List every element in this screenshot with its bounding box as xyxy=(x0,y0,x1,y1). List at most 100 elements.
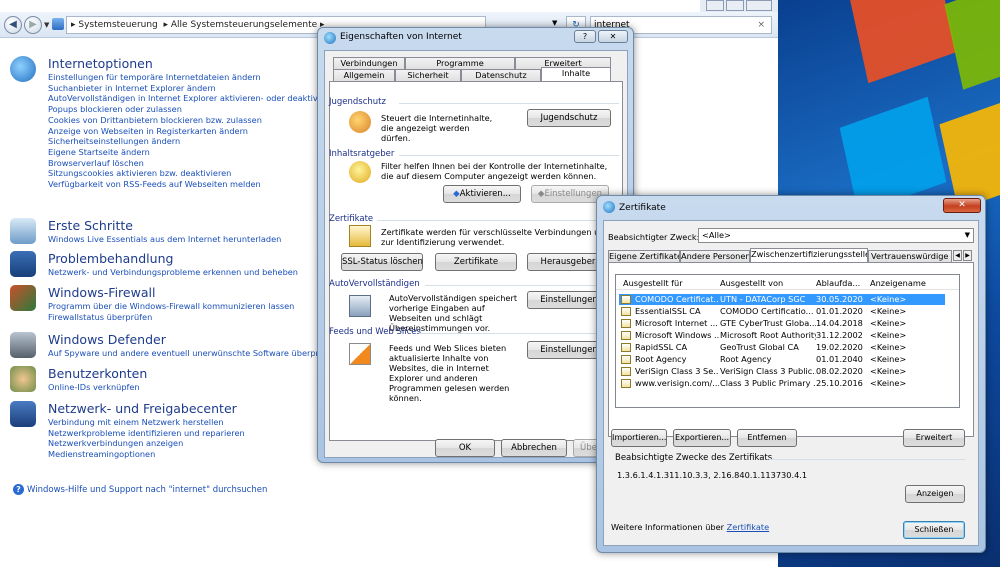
close-button[interactable]: ✕ xyxy=(598,30,628,43)
column-header-issued-by[interactable]: Ausgestellt von xyxy=(720,278,783,288)
breadcrumb-item[interactable]: Alle Systemsteuerungselemente xyxy=(171,20,317,30)
table-row[interactable]: COMODO Certificat... UTN - DATACorp SGC 30… xyxy=(619,294,945,305)
category-link[interactable]: Popups blockieren oder zulassen xyxy=(48,104,182,115)
help-icon: ? xyxy=(13,484,24,495)
tab-programs[interactable]: Programme xyxy=(405,57,515,69)
category-title[interactable]: Windows-Firewall xyxy=(48,285,155,300)
category-link[interactable]: Netzwerkprobleme identifizieren und repa… xyxy=(48,428,245,439)
view-button[interactable]: Anzeigen xyxy=(905,485,965,503)
table-row[interactable]: Microsoft Internet ... GTE CyberTrust Glo… xyxy=(619,318,945,329)
tab-content[interactable]: Inhalte xyxy=(541,67,611,81)
cell-issued-by: COMODO Certificatio... xyxy=(720,306,814,316)
help-link-text[interactable]: Windows-Hilfe und Support nach "internet… xyxy=(27,485,267,495)
cell-issued-to: Microsoft Internet ... xyxy=(635,318,718,328)
category-link[interactable]: Medienstreamingoptionen xyxy=(48,449,155,460)
maximize-button[interactable] xyxy=(726,0,744,11)
ok-button[interactable]: OK xyxy=(435,439,495,457)
getting-started-icon xyxy=(10,218,36,244)
cell-issued-to: www.verisign.com/... xyxy=(635,378,719,388)
group-label: Inhaltsratgeber xyxy=(329,149,395,159)
tab-scroll-left-icon[interactable]: ◀ xyxy=(953,250,962,261)
tab-intermediate-cas[interactable]: Zwischenzertifizierungsstellen xyxy=(750,248,868,262)
more-info-text: Weitere Informationen über Zertifikate xyxy=(611,522,769,532)
certificates-link[interactable]: Zertifikate xyxy=(727,522,770,532)
close-button[interactable] xyxy=(746,0,772,11)
table-row[interactable]: www.verisign.com/... Class 3 Public Prima… xyxy=(619,378,945,389)
table-row[interactable]: RapidSSL CA GeoTrust Global CA 19.02.2020 <… xyxy=(619,342,945,353)
category-link[interactable]: AutoVervollständigen in Internet Explore… xyxy=(48,93,338,104)
recent-pages-arrow-icon[interactable]: ▼ xyxy=(44,21,49,29)
cancel-button[interactable]: Abbrechen xyxy=(501,439,567,457)
category-link[interactable]: Sicherheitseinstellungen ändern xyxy=(48,136,180,147)
category-link[interactable]: Netzwerkverbindungen anzeigen xyxy=(48,438,183,449)
clear-ssl-state-button[interactable]: SSL-Status löschen xyxy=(341,253,423,271)
certificate-list[interactable]: Ausgestellt für Ausgestellt von Ablaufda… xyxy=(615,274,960,408)
cell-friendly-name: <Keine> xyxy=(870,294,907,304)
tab-general[interactable]: Allgemein xyxy=(333,69,395,81)
column-header-expiry[interactable]: Ablaufda... xyxy=(816,278,860,288)
purpose-select[interactable]: <Alle> ▼ xyxy=(698,228,974,243)
group-label: Beabsichtigte Zwecke des Zertifikats xyxy=(615,453,773,463)
category-link[interactable]: Cookies von Drittanbietern blockieren bz… xyxy=(48,115,262,126)
category-title[interactable]: Problembehandlung xyxy=(48,251,173,266)
export-button[interactable]: Exportieren... xyxy=(673,429,731,447)
category-title[interactable]: Windows Defender xyxy=(48,332,166,347)
table-row[interactable]: Root Agency Root Agency 01.01.2040 <Keine> xyxy=(619,354,945,365)
address-dropdown-icon[interactable]: ▼ xyxy=(552,19,557,27)
table-row[interactable]: EssentialSSL CA COMODO Certificatio... 01.… xyxy=(619,306,945,317)
description-text: Feeds und Web Slices bieten aktualisiert… xyxy=(389,343,510,403)
category-link[interactable]: Browserverlauf löschen xyxy=(48,158,144,169)
forward-button[interactable]: ▶ xyxy=(24,16,42,34)
minimize-button[interactable] xyxy=(706,0,724,11)
category-link[interactable]: Auf Spyware und andere eventuell unerwün… xyxy=(48,348,337,359)
category-link[interactable]: Suchanbieter in Internet Explorer ändern xyxy=(48,83,216,94)
category-link[interactable]: Windows Live Essentials aus dem Internet… xyxy=(48,234,281,245)
category-title[interactable]: Erste Schritte xyxy=(48,218,133,233)
category-link[interactable]: Sitzungscookies aktivieren bzw. deaktivi… xyxy=(48,168,231,179)
column-header-friendly-name[interactable]: Anzeigename xyxy=(870,278,926,288)
category-link[interactable]: Verfügbarkeit von RSS-Feeds auf Webseite… xyxy=(48,179,261,190)
category-link[interactable]: Einstellungen für temporäre Internetdate… xyxy=(48,72,261,83)
enable-content-advisor-button[interactable]: ◆Aktivieren... xyxy=(443,185,521,203)
category-title[interactable]: Netzwerk- und Freigabecenter xyxy=(48,401,237,416)
category-title[interactable]: Internetoptionen xyxy=(48,56,153,71)
divider xyxy=(377,220,619,221)
category-link[interactable]: Eigene Startseite ändern xyxy=(48,147,150,158)
dialog-title: Zertifikate xyxy=(619,203,666,213)
category-link[interactable]: Online-IDs verknüpfen xyxy=(48,382,140,393)
tab-connections[interactable]: Verbindungen xyxy=(333,57,405,69)
internet-properties-dialog: Eigenschaften von Internet ? ✕ Verbindun… xyxy=(317,27,634,463)
category-link[interactable]: Verbindung mit einem Netzwerk herstellen xyxy=(48,417,224,428)
help-link[interactable]: ? Windows-Hilfe und Support nach "interne… xyxy=(13,484,267,495)
tab-privacy[interactable]: Datenschutz xyxy=(461,69,541,81)
close-dialog-button[interactable]: Schließen xyxy=(903,521,965,539)
category-link[interactable]: Netzwerk- und Verbindungsprobleme erkenn… xyxy=(48,267,298,278)
advanced-button[interactable]: Erweitert xyxy=(903,429,965,447)
tab-security[interactable]: Sicherheit xyxy=(395,69,461,81)
table-row[interactable]: Microsoft Windows ... Microsoft Root Auth… xyxy=(619,330,945,341)
certificates-button[interactable]: Zertifikate xyxy=(435,253,517,271)
cell-issued-by: VeriSign Class 3 Public... xyxy=(720,366,816,376)
tab-other-people[interactable]: Andere Personen xyxy=(680,250,750,262)
remove-button[interactable]: Entfernen xyxy=(737,429,797,447)
category-link[interactable]: Anzeige von Webseiten in Registerkarten … xyxy=(48,126,248,137)
close-button[interactable]: ✕ xyxy=(943,198,981,213)
certificate-icon xyxy=(621,379,631,388)
back-button[interactable]: ◀ xyxy=(4,16,22,34)
help-button[interactable]: ? xyxy=(574,30,596,43)
breadcrumb-item[interactable]: Systemsteuerung xyxy=(78,20,157,30)
column-header-issued-to[interactable]: Ausgestellt für xyxy=(623,278,683,288)
divider xyxy=(425,285,619,286)
tab-personal[interactable]: Eigene Zertifikate xyxy=(608,250,680,262)
tab-trusted-root[interactable]: Vertrauenswürdige xyxy=(868,250,952,262)
group-label: Zertifikate xyxy=(329,214,374,224)
clear-search-icon[interactable]: × xyxy=(757,17,765,33)
import-button[interactable]: Importieren... xyxy=(611,429,667,447)
category-link[interactable]: Firewallstatus überprüfen xyxy=(48,312,152,323)
category-title[interactable]: Benutzerkonten xyxy=(48,366,147,381)
parental-control-button[interactable]: Jugendschutz xyxy=(527,109,611,127)
tab-scroll-right-icon[interactable]: ▶ xyxy=(963,250,972,261)
category-link[interactable]: Programm über die Windows-Firewall kommu… xyxy=(48,301,294,312)
cell-expiry: 01.01.2020 xyxy=(816,306,863,316)
table-row[interactable]: VeriSign Class 3 Se... VeriSign Class 3 P… xyxy=(619,366,945,377)
